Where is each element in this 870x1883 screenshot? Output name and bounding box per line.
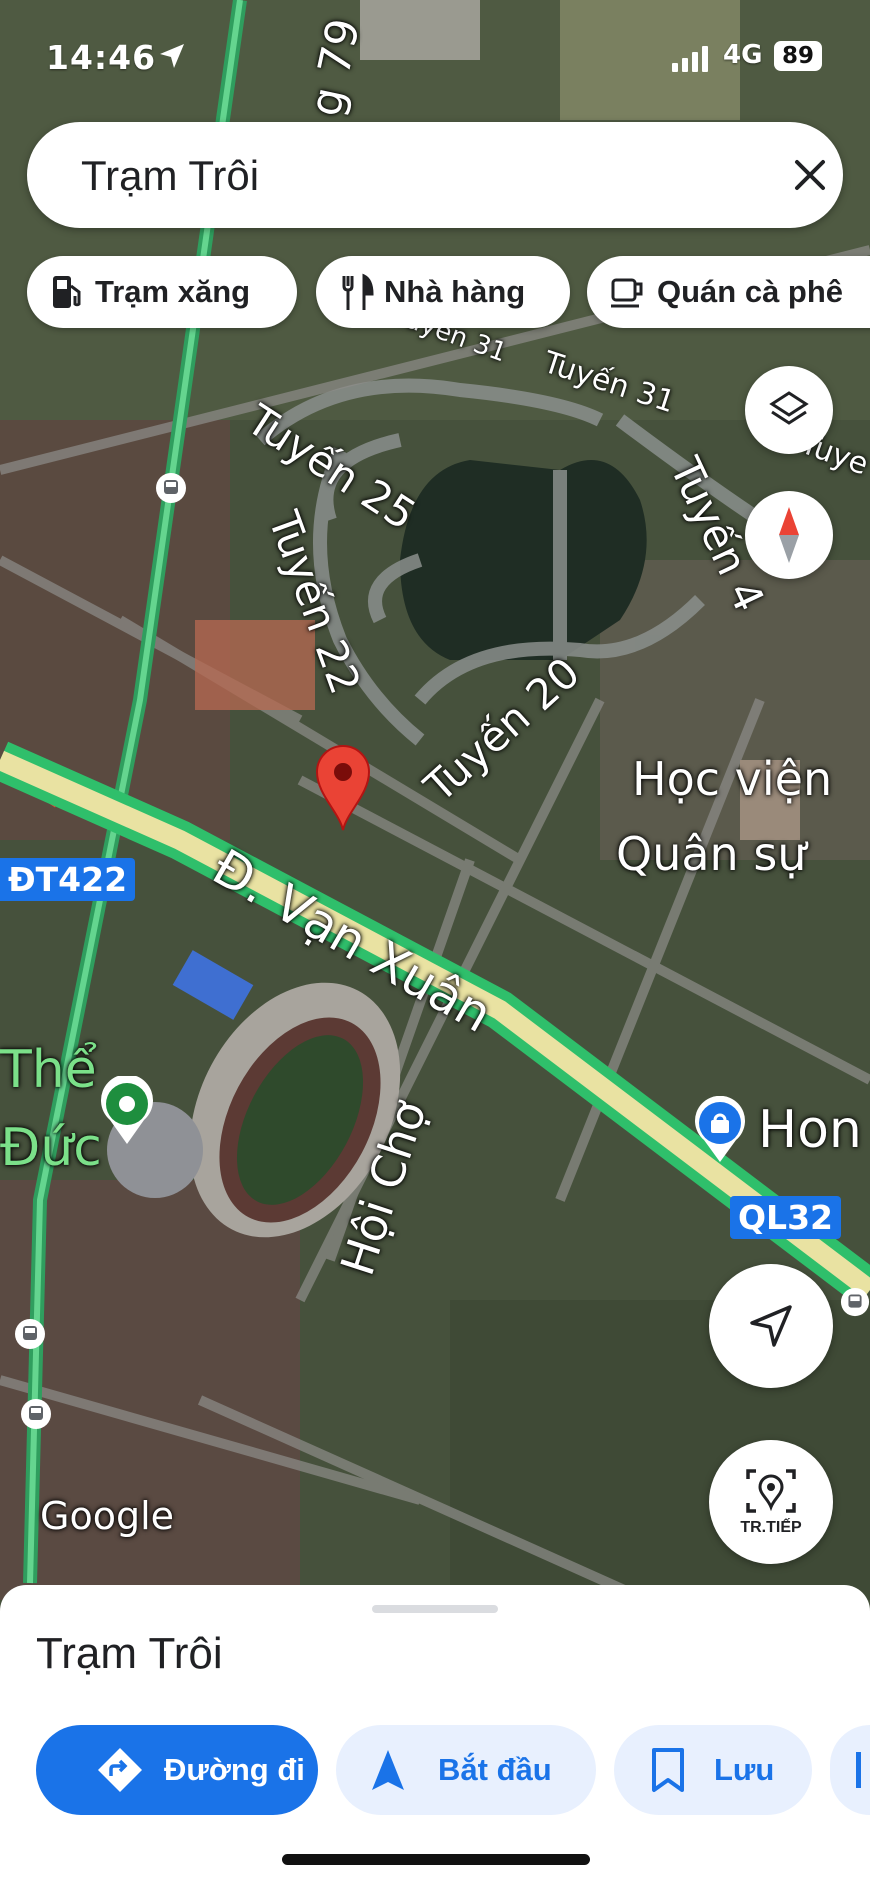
poi-label-hoc-vien: Học viện bbox=[632, 752, 833, 806]
google-logo: Google bbox=[40, 1494, 175, 1538]
navigation-icon bbox=[372, 1750, 404, 1790]
bus-stop-icon[interactable] bbox=[20, 1398, 52, 1430]
directions-icon bbox=[98, 1748, 142, 1792]
search-bar[interactable]: Trạm Trôi bbox=[27, 122, 843, 228]
battery-level: 89 bbox=[774, 41, 822, 71]
shopping-pin-icon[interactable] bbox=[692, 1096, 748, 1164]
chip-restaurant[interactable]: Nhà hàng bbox=[316, 256, 570, 328]
place-bottom-sheet[interactable]: Trạm Trôi Đường đi Bắt đầu Lưu bbox=[0, 1585, 870, 1883]
live-view-label: TR.TIẾP bbox=[740, 1519, 802, 1536]
more-actions-button[interactable] bbox=[830, 1725, 870, 1815]
partial-icon bbox=[856, 1752, 861, 1788]
poi-label-the-duc: Thể bbox=[0, 1040, 97, 1100]
bus-stop-icon[interactable] bbox=[14, 1318, 46, 1350]
place-title: Trạm Trôi bbox=[36, 1629, 223, 1678]
layers-button[interactable] bbox=[745, 366, 833, 454]
close-icon[interactable] bbox=[783, 148, 837, 202]
route-shield-ql32: QL32 bbox=[730, 1196, 842, 1239]
bus-stop-icon[interactable] bbox=[155, 472, 187, 504]
compass-icon bbox=[779, 507, 799, 563]
chip-gas-station[interactable]: Trạm xăng bbox=[27, 256, 297, 328]
poi-label-hon: Hon bbox=[758, 1100, 862, 1160]
my-location-button[interactable] bbox=[709, 1264, 833, 1388]
save-button[interactable]: Lưu bbox=[614, 1725, 812, 1815]
chip-label: Quán cà phê bbox=[657, 274, 844, 309]
restaurant-icon bbox=[342, 273, 374, 310]
directions-button[interactable]: Đường đi bbox=[36, 1725, 318, 1815]
home-indicator bbox=[282, 1854, 590, 1865]
chip-label: Trạm xăng bbox=[95, 274, 251, 309]
signal-icon bbox=[672, 46, 708, 72]
network-type: 4G bbox=[723, 40, 763, 70]
drag-handle[interactable] bbox=[372, 1605, 498, 1613]
start-button[interactable]: Bắt đầu bbox=[336, 1725, 596, 1815]
bus-stop-icon[interactable] bbox=[840, 1286, 870, 1318]
status-bar: 14:46 4G 89 bbox=[0, 0, 870, 110]
bookmark-icon bbox=[652, 1748, 684, 1792]
start-label: Bắt đầu bbox=[438, 1752, 552, 1787]
live-view-button[interactable]: TR.TIẾP bbox=[709, 1440, 833, 1564]
poi-label-quan-su: Quân sự bbox=[616, 827, 807, 881]
route-shield-dt422: ĐT422 bbox=[0, 858, 136, 901]
live-view-icon bbox=[746, 1469, 796, 1513]
search-query[interactable]: Trạm Trôi bbox=[81, 152, 259, 200]
chip-coffee[interactable]: Quán cà phê bbox=[587, 256, 870, 328]
poi-label-the-duc: Đức bbox=[0, 1118, 102, 1178]
gas-station-icon bbox=[53, 276, 81, 308]
park-pin-icon[interactable] bbox=[98, 1076, 156, 1146]
status-time: 14:46 bbox=[46, 38, 157, 77]
directions-label: Đường đi bbox=[164, 1752, 305, 1787]
chip-label: Nhà hàng bbox=[384, 274, 526, 309]
location-pin-icon[interactable] bbox=[313, 742, 373, 832]
navigation-arrow-icon bbox=[750, 1305, 792, 1347]
layers-icon bbox=[769, 391, 809, 425]
coffee-icon bbox=[611, 278, 643, 308]
save-label: Lưu bbox=[714, 1752, 775, 1787]
compass-button[interactable] bbox=[745, 491, 833, 579]
location-arrow-icon bbox=[160, 44, 184, 68]
